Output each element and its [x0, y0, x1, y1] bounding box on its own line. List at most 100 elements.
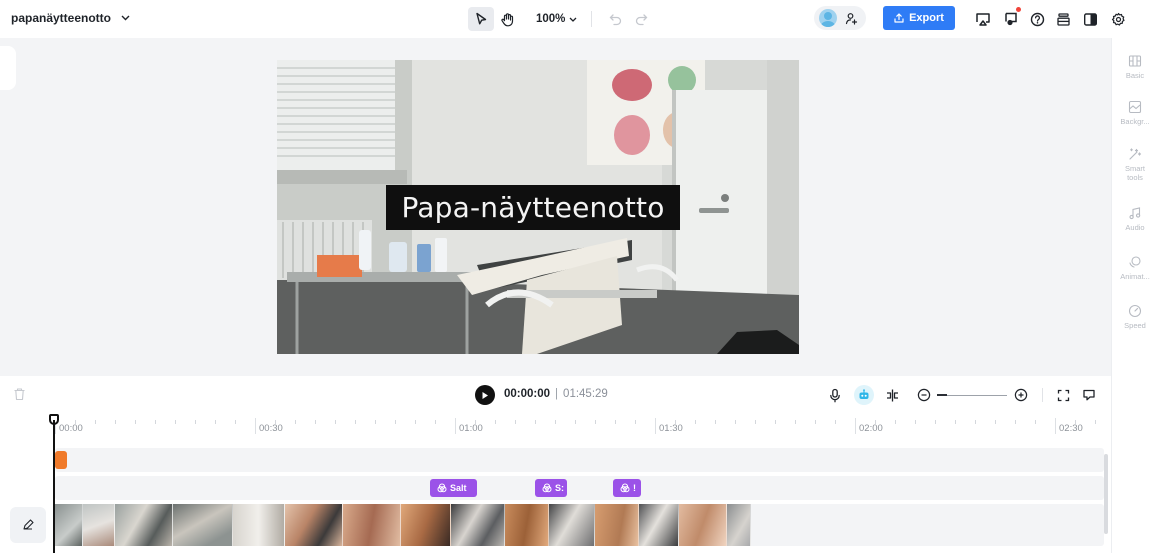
- ruler-tick: [195, 420, 196, 424]
- notification-badge: [1016, 7, 1021, 12]
- voiceover-button[interactable]: [825, 385, 845, 405]
- left-panel-handle[interactable]: [0, 46, 16, 90]
- delete-button[interactable]: [13, 387, 26, 406]
- timeline-scrollbar[interactable]: [1104, 454, 1108, 534]
- clip-thumbnail: [451, 504, 505, 546]
- ruler-tick: [795, 420, 796, 424]
- ruler-tick: [215, 420, 216, 424]
- timeline[interactable]: 00:00 00:30 01:00 01:30 02:00 02:30 Salt…: [0, 414, 1111, 553]
- ruler-tick: [915, 420, 916, 424]
- animation-icon: [1129, 256, 1141, 268]
- header-actions: Export: [797, 6, 1157, 32]
- effects-track[interactable]: Salt S: !: [55, 476, 1104, 500]
- ruler-tick: [95, 420, 96, 424]
- split-button[interactable]: [882, 385, 902, 405]
- gear-icon: [1111, 12, 1125, 26]
- timeline-zoom-slider[interactable]: [937, 394, 1007, 396]
- ruler-tick: [755, 420, 756, 424]
- layers-button[interactable]: [1052, 8, 1074, 30]
- screen-cast-icon: [976, 13, 990, 26]
- ai-assist-button[interactable]: [854, 385, 874, 405]
- ruler-label: 00:30: [259, 423, 283, 434]
- time-ruler[interactable]: 00:00 00:30 01:00 01:30 02:00 02:30: [55, 414, 1105, 436]
- panel-item-smart-tools[interactable]: Smart tools: [1112, 147, 1157, 182]
- play-button[interactable]: [475, 385, 495, 405]
- ruler-tick: [1075, 420, 1076, 424]
- effect-icon: [542, 483, 552, 493]
- video-caption[interactable]: Papa-näytteenotto: [386, 185, 680, 230]
- ruler-tick: [535, 420, 536, 424]
- ruler-major-tick: [255, 418, 256, 434]
- panel-item-speed[interactable]: Speed: [1112, 304, 1157, 330]
- undo-button[interactable]: [602, 7, 628, 31]
- audio-clip[interactable]: [55, 451, 67, 469]
- present-button[interactable]: [972, 8, 994, 30]
- effect-clip[interactable]: !: [613, 479, 641, 497]
- panel-toggle-button[interactable]: [1079, 8, 1101, 30]
- hand-tool-button[interactable]: [494, 7, 520, 31]
- panel-item-label: Speed: [1124, 321, 1146, 330]
- ruler-tick: [175, 420, 176, 424]
- video-preview[interactable]: Papa-näytteenotto: [277, 60, 799, 354]
- comment-button[interactable]: [1079, 385, 1099, 405]
- panel-item-label: Backgr...: [1120, 117, 1150, 126]
- ruler-label: 00:00: [59, 423, 83, 434]
- video-track[interactable]: [55, 504, 1104, 546]
- redo-button[interactable]: [628, 7, 654, 31]
- clip-thumbnail: [505, 504, 549, 546]
- clip-thumbnail: [343, 504, 401, 546]
- project-name-dropdown[interactable]: papanäytteenotto: [11, 11, 130, 25]
- microphone-icon: [830, 388, 840, 402]
- ruler-tick: [955, 420, 956, 424]
- help-button[interactable]: [1026, 8, 1048, 30]
- export-button[interactable]: Export: [883, 6, 955, 30]
- ruler-tick: [75, 420, 76, 424]
- ruler-tick: [695, 420, 696, 424]
- effect-clip[interactable]: Salt: [430, 479, 477, 497]
- ruler-tick: [995, 420, 996, 424]
- audio-track[interactable]: [55, 448, 1104, 472]
- panel-item-animation[interactable]: Animat...: [1112, 255, 1157, 281]
- ruler-tick: [555, 420, 556, 424]
- video-clip[interactable]: [55, 504, 751, 546]
- stack-icon: [1056, 12, 1070, 26]
- ruler-tick: [375, 420, 376, 424]
- notifications-button[interactable]: [1000, 7, 1022, 30]
- edit-track-button[interactable]: [10, 507, 46, 543]
- effect-clip[interactable]: S:: [535, 479, 567, 497]
- ruler-tick: [335, 420, 336, 424]
- ruler-tick: [115, 420, 116, 424]
- ruler-tick: [635, 420, 636, 424]
- settings-button[interactable]: [1107, 8, 1129, 30]
- ruler-tick: [395, 420, 396, 424]
- hand-icon: [500, 12, 513, 26]
- panel-item-basic[interactable]: Basic: [1112, 54, 1157, 80]
- ruler-tick: [675, 420, 676, 424]
- fit-timeline-button[interactable]: [1053, 385, 1073, 405]
- ruler-tick: [715, 420, 716, 424]
- ruler-major-tick: [455, 418, 456, 434]
- zoom-out-icon: [917, 388, 931, 402]
- zoom-in-button[interactable]: [1011, 385, 1031, 405]
- playhead[interactable]: [53, 420, 55, 553]
- speedometer-icon: [1128, 304, 1142, 318]
- chevron-down-icon: [121, 15, 130, 21]
- avatar: [819, 9, 837, 27]
- layout-icon: [1128, 55, 1142, 67]
- ruler-tick: [155, 420, 156, 424]
- zoom-dropdown[interactable]: 100%: [536, 13, 577, 25]
- clip-thumbnail: [679, 504, 727, 546]
- clip-thumbnail: [595, 504, 639, 546]
- collaborators[interactable]: [814, 6, 866, 30]
- music-note-icon: [1129, 207, 1141, 220]
- zoom-out-button[interactable]: [914, 385, 934, 405]
- panel-item-background[interactable]: Backgr...: [1112, 100, 1157, 126]
- top-bar: papanäytteenotto 100% Export: [0, 0, 1157, 38]
- ruler-tick: [595, 420, 596, 424]
- panel-item-audio[interactable]: Audio: [1112, 206, 1157, 232]
- ruler-tick: [735, 420, 736, 424]
- clip-thumbnail: [173, 504, 233, 546]
- redo-icon: [635, 13, 648, 25]
- select-tool-button[interactable]: [468, 7, 494, 31]
- ruler-major-tick: [855, 418, 856, 434]
